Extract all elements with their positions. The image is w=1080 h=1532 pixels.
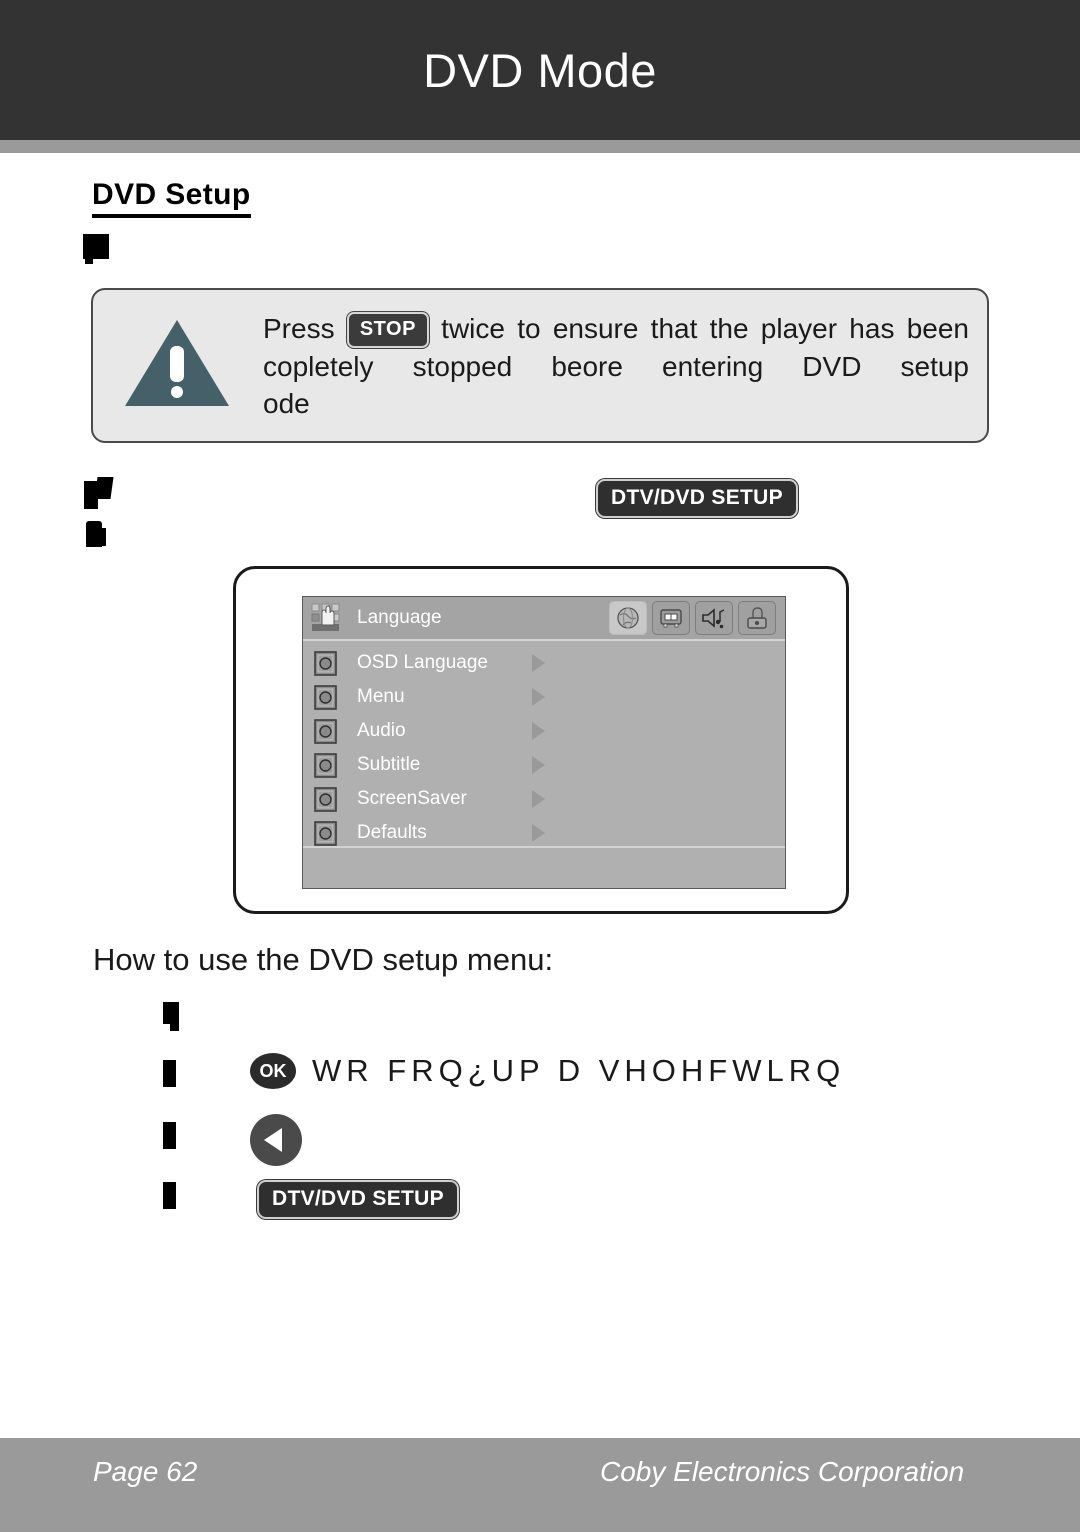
- section-heading: DVD Setup: [92, 178, 251, 218]
- warning-line-1-before: Press: [263, 313, 335, 344]
- warning-line-2: copletely stopped beore entering DVD set…: [263, 350, 969, 382]
- setup-badge-label: DTV/DVD SETUP: [257, 1180, 459, 1219]
- page-title: DVD Mode: [423, 43, 657, 97]
- tab-display[interactable]: [652, 601, 690, 635]
- osd-row-label: Audio: [357, 720, 406, 741]
- dvd-setup-screenshot: Language OSD Language Menu Audio Subtitl…: [233, 566, 849, 914]
- bullet-glyph-artifact: [163, 1122, 176, 1149]
- page-header: DVD Mode: [0, 0, 1080, 140]
- chevron-right-icon: [532, 824, 545, 842]
- setup-badge-label: DTV/DVD SETUP: [596, 479, 798, 518]
- osd-row[interactable]: Defaults: [303, 816, 785, 850]
- lock-icon: [747, 607, 767, 629]
- osd-row[interactable]: OSD Language: [303, 646, 785, 680]
- bullet-glyph-artifact: [170, 1018, 179, 1031]
- chevron-right-icon: [532, 790, 545, 808]
- warning-line-1-after: twice to ensure that the player has been: [441, 313, 969, 344]
- bullet-glyph-artifact: [163, 1060, 176, 1087]
- speaker-audio-icon: [702, 608, 725, 629]
- dtv-dvd-setup-badge-upper[interactable]: DTV/DVD SETUP: [596, 479, 798, 518]
- bullet-icon: [314, 820, 337, 846]
- bullet-icon: [314, 684, 337, 710]
- globe-icon: [617, 607, 639, 629]
- osd-row-label: Menu: [357, 686, 405, 707]
- howto-back-line: [250, 1114, 302, 1174]
- dtv-dvd-setup-badge-lower[interactable]: DTV/DVD SETUP: [257, 1180, 459, 1219]
- osd-screen: Language OSD Language Menu Audio Subtitl…: [302, 596, 786, 889]
- header-divider: [0, 140, 1080, 153]
- bullet-icon: [314, 786, 337, 812]
- bullet-icon: [314, 718, 337, 744]
- hand-pointer-icon: [311, 603, 340, 631]
- chevron-right-icon: [532, 756, 545, 774]
- page-footer: Page 62 Coby Electronics Corporation: [0, 1438, 1080, 1532]
- warning-line-3: ode: [263, 387, 310, 419]
- bullet-icon: [314, 752, 337, 778]
- osd-row[interactable]: Menu: [303, 680, 785, 714]
- back-button[interactable]: [250, 1114, 302, 1166]
- company-name: Coby Electronics Corporation: [600, 1456, 965, 1487]
- tv-display-icon: [660, 609, 682, 628]
- osd-topbar: Language: [303, 597, 785, 641]
- bullet-glyph-artifact: [163, 1182, 176, 1209]
- warning-text: Press STOP twice to ensure that the play…: [263, 310, 969, 422]
- osd-bottombar: [303, 846, 785, 888]
- osd-title: Language: [357, 607, 442, 628]
- bullet-icon: [314, 650, 337, 676]
- warning-triangle-icon: [125, 320, 229, 406]
- osd-row-label: Subtitle: [357, 754, 421, 775]
- osd-row-label: Defaults: [357, 822, 427, 843]
- stop-key-badge: STOP: [346, 312, 429, 348]
- page-number: Page 62: [93, 1456, 198, 1487]
- osd-row[interactable]: Audio: [303, 714, 785, 748]
- osd-row-label: ScreenSaver: [357, 788, 467, 809]
- bullet-glyph-artifact: [83, 234, 109, 264]
- tab-parental-lock[interactable]: [738, 601, 776, 635]
- bullet-glyph-artifact: [94, 477, 114, 499]
- howto-heading: How to use the DVD setup menu:: [93, 942, 554, 977]
- howto-ok-line: OK WR FRQ¿UP D VHOHFWLRQ: [250, 1053, 845, 1089]
- chevron-right-icon: [532, 688, 545, 706]
- tab-audio[interactable]: [695, 601, 733, 635]
- osd-row[interactable]: ScreenSaver: [303, 782, 785, 816]
- osd-tabs: [609, 601, 776, 635]
- warning-callout: Press STOP twice to ensure that the play…: [91, 288, 989, 443]
- osd-menu-list: OSD Language Menu Audio Subtitle ScreenS…: [303, 641, 785, 850]
- warning-line-1: Press STOP twice to ensure that the play…: [263, 310, 969, 348]
- osd-row-label: OSD Language: [357, 652, 488, 673]
- tab-language[interactable]: [609, 601, 647, 635]
- bullet-glyph-artifact: [98, 528, 106, 546]
- osd-row[interactable]: Subtitle: [303, 748, 785, 782]
- howto-ok-text: WR FRQ¿UP D VHOHFWLRQ: [312, 1053, 846, 1088]
- ok-button[interactable]: OK: [250, 1053, 296, 1089]
- chevron-right-icon: [532, 722, 545, 740]
- chevron-right-icon: [532, 654, 545, 672]
